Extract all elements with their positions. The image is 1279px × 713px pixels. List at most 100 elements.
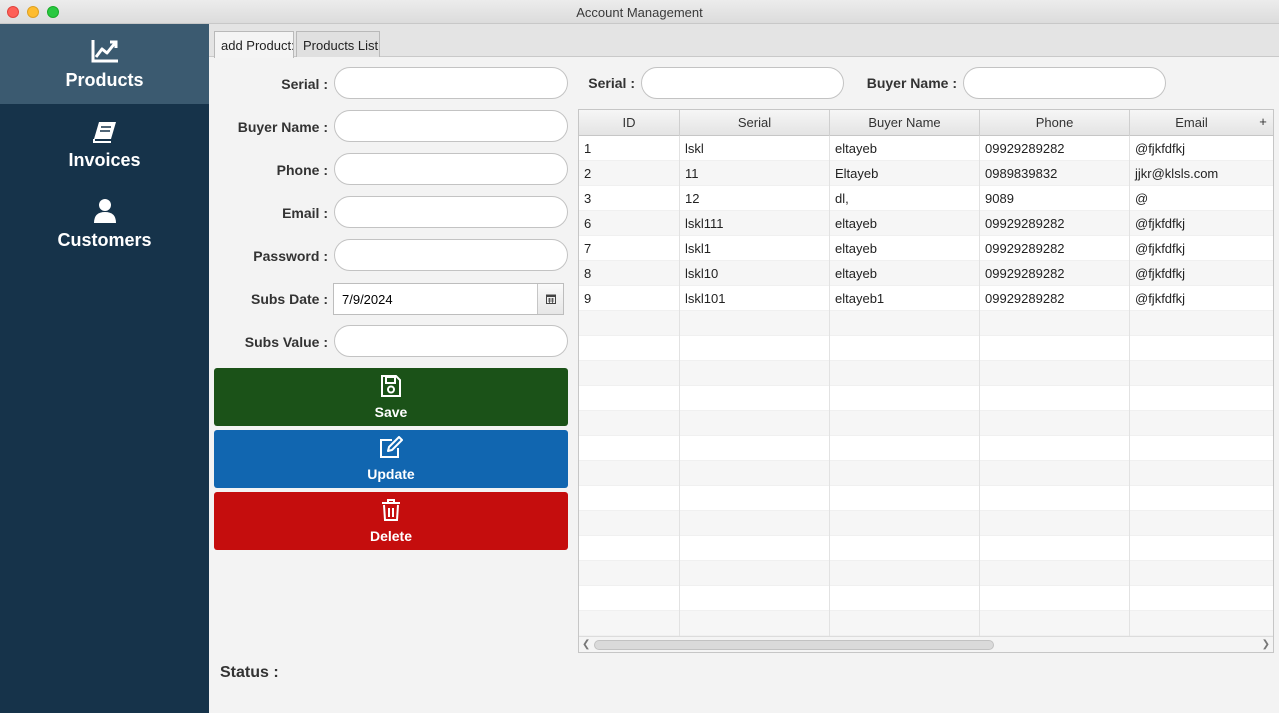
column-header-email[interactable]: Email <box>1130 110 1253 136</box>
column-menu-button[interactable]: + <box>1253 110 1273 136</box>
cell-id <box>579 336 680 361</box>
title-bar: Account Management <box>0 0 1279 24</box>
cell-buyer-name: Eltayeb <box>830 161 980 186</box>
table-row[interactable]: 7 lskl1 eltayeb 09929289282 @fjkfdfkj <box>579 236 1273 261</box>
filter-serial-label: Serial : <box>588 75 635 91</box>
cell-serial <box>680 336 830 361</box>
cell-id: 1 <box>579 136 680 161</box>
sidebar-item-products[interactable]: Products <box>0 24 209 104</box>
empty-table-row <box>579 436 1273 461</box>
serial-input[interactable] <box>334 67 568 99</box>
empty-table-row <box>579 361 1273 386</box>
cell-serial: lskl1 <box>680 236 830 261</box>
table-row[interactable]: 6 lskl111 eltayeb 09929289282 @fjkfdfkj <box>579 211 1273 236</box>
sidebar-item-label: Invoices <box>68 150 141 170</box>
table-row[interactable]: 2 11 Eltayeb 0989839832 jjkr@klsls.com <box>579 161 1273 186</box>
cell-email <box>1130 461 1273 486</box>
delete-button[interactable]: Delete <box>214 492 568 550</box>
sidebar-item-label: Products <box>65 70 144 90</box>
cell-phone <box>980 411 1130 436</box>
empty-table-row <box>579 611 1273 636</box>
cell-phone: 09929289282 <box>980 286 1130 311</box>
table-row[interactable]: 8 lskl10 eltayeb 09929289282 @fjkfdfkj <box>579 261 1273 286</box>
empty-table-row <box>579 411 1273 436</box>
scroll-left-icon[interactable]: ❮ <box>582 639 590 650</box>
sidebar-item-label: Customers <box>57 230 152 250</box>
subs-date-input[interactable] <box>334 284 538 314</box>
calendar-icon[interactable] <box>537 284 563 314</box>
cell-email: @ <box>1135 191 1149 206</box>
cell-email <box>1130 436 1273 461</box>
cell-serial <box>680 486 830 511</box>
cell-serial <box>680 536 830 561</box>
password-input[interactable] <box>334 239 568 271</box>
save-icon <box>214 374 568 398</box>
cell-buyer-name: eltayeb1 <box>830 286 980 311</box>
cell-serial <box>680 311 830 336</box>
cell-phone <box>980 311 1130 336</box>
cell-serial: 11 <box>680 161 830 186</box>
cell-id <box>579 311 680 336</box>
update-label: Update <box>367 466 415 482</box>
cell-buyer-name <box>830 561 980 586</box>
cell-serial <box>680 461 830 486</box>
cell-serial <box>680 511 830 536</box>
cell-email <box>1130 336 1273 361</box>
cell-id: 3 <box>579 186 680 211</box>
column-header-phone[interactable]: Phone <box>980 110 1130 136</box>
empty-table-row <box>579 561 1273 586</box>
serial-label: Serial : <box>281 76 328 92</box>
save-button[interactable]: Save <box>214 368 568 426</box>
scroll-right-icon[interactable]: ❯ <box>1262 639 1270 650</box>
horizontal-scrollbar[interactable]: ❮ ❯ <box>579 636 1273 652</box>
email-input[interactable] <box>334 196 568 228</box>
cell-id <box>579 536 680 561</box>
cell-phone <box>980 536 1130 561</box>
email-label: Email : <box>282 205 328 221</box>
table-row[interactable]: 9 lskl101 eltayeb1 09929289282 @fjkfdfkj <box>579 286 1273 311</box>
cell-email: @fjkfdfkj <box>1135 291 1186 306</box>
cell-id <box>579 361 680 386</box>
sidebar-item-customers[interactable]: Customers <box>0 184 209 264</box>
sidebar-item-invoices[interactable]: Invoices <box>0 104 209 184</box>
cell-buyer-name: eltayeb <box>830 211 980 236</box>
sidebar: Products Invoices Customers <box>0 24 209 713</box>
buyer-name-input[interactable] <box>334 110 568 142</box>
cell-id <box>579 586 680 611</box>
update-button[interactable]: Update <box>214 430 568 488</box>
cell-phone <box>980 436 1130 461</box>
user-icon <box>0 198 209 224</box>
cell-serial: lskl111 <box>680 211 830 236</box>
filter-serial-input[interactable] <box>641 67 844 99</box>
cell-buyer-name: eltayeb <box>830 136 980 161</box>
cell-phone <box>980 511 1130 536</box>
table-row[interactable]: 3 12 dl, 9089 @ <box>579 186 1273 211</box>
cell-email <box>1130 611 1273 636</box>
cell-id <box>579 611 680 636</box>
table-row[interactable]: 1 lskl eltayeb 09929289282 @fjkfdfkj <box>579 136 1273 161</box>
empty-table-row <box>579 536 1273 561</box>
cell-phone: 09929289282 <box>980 136 1130 161</box>
cell-email: @fjkfdfkj <box>1135 266 1186 281</box>
cell-buyer-name <box>830 411 980 436</box>
cell-id: 6 <box>579 211 680 236</box>
cell-id: 2 <box>579 161 680 186</box>
cell-phone: 09929289282 <box>980 211 1130 236</box>
cell-id: 7 <box>579 236 680 261</box>
phone-input[interactable] <box>334 153 568 185</box>
filter-buyer-name-input[interactable] <box>963 67 1166 99</box>
subs-date-label: Subs Date : <box>250 291 328 307</box>
tab-products-list[interactable]: Products List <box>296 31 380 57</box>
column-header-buyer-name[interactable]: Buyer Name <box>830 110 980 136</box>
column-header-serial[interactable]: Serial <box>680 110 830 136</box>
scrollbar-thumb[interactable] <box>594 640 994 650</box>
products-table: ID Serial Buyer Name Phone Email + 1 lskl… <box>578 109 1274 653</box>
table-body: 1 lskl eltayeb 09929289282 @fjkfdfkj 2 11 Eltay… <box>579 136 1273 636</box>
cell-email <box>1130 536 1273 561</box>
empty-table-row <box>579 386 1273 411</box>
column-header-id[interactable]: ID <box>579 110 680 136</box>
tab-add-product[interactable]: add Product: <box>214 31 294 58</box>
subs-value-input[interactable] <box>334 325 568 357</box>
cell-serial: lskl101 <box>680 286 830 311</box>
empty-table-row <box>579 461 1273 486</box>
